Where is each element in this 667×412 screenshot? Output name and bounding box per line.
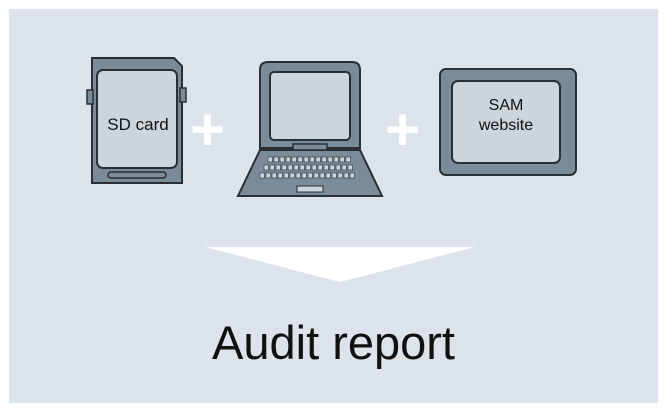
keyboard-key (299, 164, 305, 171)
keyboard-key (301, 172, 307, 179)
keyboard-key (263, 164, 269, 171)
keyboard-key (273, 156, 279, 163)
keyboard-key (339, 156, 345, 163)
keyboard-key (277, 172, 283, 179)
keyboard-key (345, 156, 351, 163)
keyboard-key (297, 156, 303, 163)
keyboard-key (313, 172, 319, 179)
keyboard-key (295, 172, 301, 179)
keyboard-key (343, 172, 349, 179)
keyboard-key (271, 172, 277, 179)
sam-website-label: SAM website (452, 96, 560, 136)
sam-website-label-line2: website (478, 117, 534, 134)
keyboard-key (279, 156, 285, 163)
keyboard-key (259, 172, 265, 179)
keyboard-key (321, 156, 327, 163)
keyboard-key (265, 172, 271, 179)
keyboard-key (315, 156, 321, 163)
keyboard-key (329, 164, 335, 171)
keyboard-key (319, 172, 325, 179)
plus-sign: + (190, 96, 226, 163)
sam-website-label-line1: SAM (488, 97, 524, 114)
down-arrow (205, 247, 475, 282)
laptop-icon (236, 61, 384, 197)
keyboard-key (309, 156, 315, 163)
keyboard-key (333, 156, 339, 163)
keyboard-key (349, 172, 355, 179)
keyboard-key (269, 164, 275, 171)
keyboard-key (281, 164, 287, 171)
keyboard-key (305, 164, 311, 171)
keyboard-key (275, 164, 281, 171)
keyboard-key (283, 172, 289, 179)
keyboard-key (289, 172, 295, 179)
keyboard-key (311, 164, 317, 171)
keyboard-key (317, 164, 323, 171)
keyboard-key (287, 164, 293, 171)
keyboard-key (267, 156, 273, 163)
keyboard-key (325, 172, 331, 179)
audit-report-label: Audit report (212, 316, 455, 369)
keyboard-key (337, 172, 343, 179)
keyboard-key (347, 164, 353, 171)
keyboard-key (323, 164, 329, 171)
keyboard-key (293, 164, 299, 171)
keyboard-key (303, 156, 309, 163)
keyboard-key (335, 164, 341, 171)
keyboard-key (285, 156, 291, 163)
keyboard-key (327, 156, 333, 163)
plus-sign: + (385, 96, 421, 163)
keyboard-key (331, 172, 337, 179)
sd-card-label: SD card (107, 115, 169, 134)
keyboard-key (291, 156, 297, 163)
keyboard-key (307, 172, 313, 179)
keyboard-key (341, 164, 347, 171)
